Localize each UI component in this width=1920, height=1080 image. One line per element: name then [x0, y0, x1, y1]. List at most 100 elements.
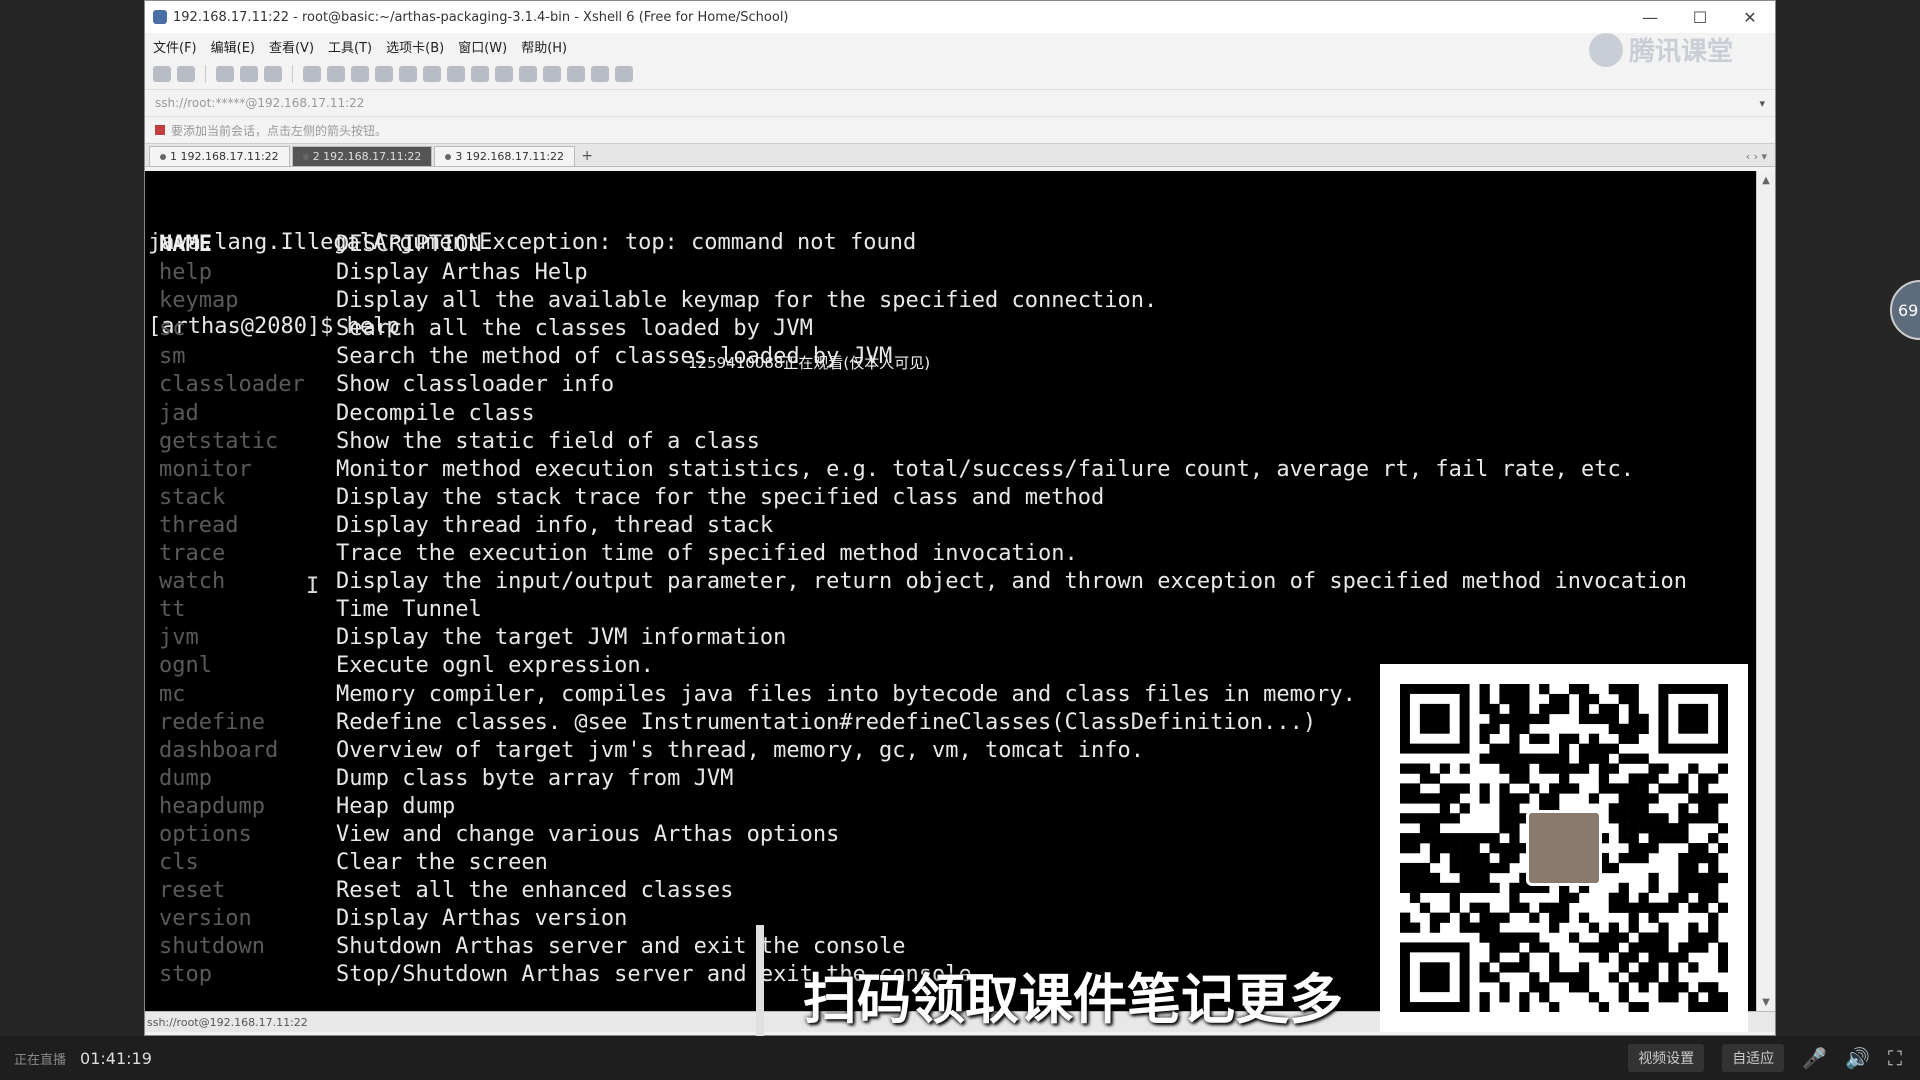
- help-row: jvm Display the target JVM information: [159, 624, 1687, 652]
- help-command: version: [159, 906, 252, 932]
- tab-label: 2 192.168.17.11:22: [312, 150, 422, 163]
- copy-icon[interactable]: [327, 66, 345, 82]
- open-session-icon[interactable]: [177, 66, 195, 82]
- help-command: classloader: [159, 372, 305, 398]
- status-connection: ssh://root@192.168.17.11:22: [147, 1015, 308, 1029]
- help-row: thread Display thread info, thread stack: [159, 512, 1687, 540]
- help-icon[interactable]: [591, 66, 609, 82]
- help-command: stop: [159, 962, 212, 988]
- layout-icon[interactable]: [543, 66, 561, 82]
- help-command: jvm: [159, 625, 199, 651]
- hint-bar: 要添加当前会话，点击左侧的箭头按钮。: [145, 117, 1775, 144]
- xftp-icon[interactable]: [423, 66, 441, 82]
- minimize-button[interactable]: —: [1625, 1, 1675, 33]
- tab-label: 3 192.168.17.11:22: [455, 150, 565, 163]
- reconnect-icon[interactable]: [216, 66, 234, 82]
- menu-window[interactable]: 窗口(W): [458, 37, 507, 56]
- xshell-app-icon: [153, 10, 167, 24]
- lock-icon[interactable]: [471, 66, 489, 82]
- volume-icon[interactable]: 🔊: [1845, 1046, 1870, 1070]
- help-row: help Display Arthas Help: [159, 259, 1687, 287]
- help-command: getstatic: [159, 428, 279, 454]
- toolbar-separator: [205, 65, 206, 83]
- help-command: trace: [159, 541, 226, 567]
- menu-view[interactable]: 查看(V): [269, 37, 314, 56]
- address-text: ssh://root:*****@192.168.17.11:22: [155, 96, 365, 110]
- help-row: getstatic Show the static field of a clas…: [159, 428, 1687, 456]
- help-command: reset: [159, 878, 226, 904]
- title-bar: 192.168.17.11:22 - root@basic:~/arthas-p…: [145, 1, 1775, 33]
- help-command: help: [159, 260, 212, 286]
- toolbar-separator: [292, 65, 293, 83]
- help-command: keymap: [159, 288, 239, 314]
- window-controls: — ☐ ✕: [1625, 1, 1775, 33]
- compose-icon[interactable]: [519, 66, 537, 82]
- help-command: jad: [159, 400, 199, 426]
- menu-bar: 文件(F) 编辑(E) 查看(V) 工具(T) 选项卡(B) 窗口(W) 帮助(…: [145, 33, 1775, 59]
- transfer-icon[interactable]: [399, 66, 417, 82]
- menu-help[interactable]: 帮助(H): [521, 37, 567, 56]
- help-command: thread: [159, 512, 239, 538]
- tab-nav-arrows-icon[interactable]: ‹ › ▾: [1746, 150, 1767, 163]
- disconnect-icon[interactable]: [240, 66, 258, 82]
- fullscreen-icon[interactable]: ⛶: [1888, 1046, 1902, 1070]
- watermark-text: 腾讯课堂: [1628, 37, 1733, 67]
- menu-file[interactable]: 文件(F): [153, 37, 197, 56]
- menu-tools[interactable]: 工具(T): [328, 37, 372, 56]
- video-subtitle: 扫码领取课件笔记更多: [803, 968, 1343, 1031]
- live-status: 正在直播: [14, 1052, 67, 1068]
- help-command: tt: [159, 597, 186, 623]
- help-description: Display all the available keymap for the…: [336, 288, 1158, 314]
- terminal-scrollbar[interactable]: ▲ ▼: [1756, 171, 1775, 1011]
- maximize-button[interactable]: ☐: [1675, 1, 1725, 33]
- help-command: monitor: [159, 456, 252, 482]
- video-player-bar: 正在直播 01:41:19 视频设置 自适应 🎤 🔊 ⛶: [0, 1036, 1920, 1080]
- scroll-up-icon[interactable]: ▲: [1757, 171, 1775, 189]
- script-icon[interactable]: [495, 66, 513, 82]
- properties-icon[interactable]: [264, 66, 282, 82]
- video-settings-button[interactable]: 视频设置: [1628, 1044, 1705, 1072]
- close-button[interactable]: ✕: [1725, 1, 1775, 33]
- tab-status-icon: [445, 153, 452, 160]
- chat-icon[interactable]: [615, 66, 633, 82]
- globe-icon[interactable]: [351, 66, 369, 82]
- help-row: classloader Show classloader info: [159, 371, 1687, 399]
- help-command: stack: [159, 484, 226, 510]
- color-scheme-icon[interactable]: [375, 66, 393, 82]
- help-table-header: NAME DESCRIPTION: [159, 231, 1687, 259]
- help-description: Time Tunnel: [336, 597, 482, 623]
- tencent-classroom-logo-icon: [1588, 32, 1623, 67]
- help-description: Memory compiler, compiles java files int…: [336, 681, 1356, 707]
- chevron-down-icon[interactable]: ▾: [1759, 97, 1765, 110]
- help-description: Search all the classes loaded by JVM: [336, 316, 813, 342]
- help-command: dump: [159, 765, 212, 791]
- header-name: NAME: [159, 232, 212, 257]
- session-tab-1[interactable]: 1 192.168.17.11:22: [149, 146, 290, 166]
- tile-icon[interactable]: [567, 66, 585, 82]
- menu-edit[interactable]: 编辑(E): [211, 37, 255, 56]
- adaptive-quality-button[interactable]: 自适应: [1722, 1044, 1785, 1072]
- menu-tab[interactable]: 选项卡(B): [386, 37, 444, 56]
- help-description: Execute ognl expression.: [336, 653, 654, 679]
- scroll-down-icon[interactable]: ▼: [1757, 993, 1775, 1011]
- help-description: Trace the execution time of specified me…: [336, 541, 1078, 567]
- mic-icon[interactable]: 🎤: [1802, 1046, 1827, 1070]
- new-session-icon[interactable]: [153, 66, 171, 82]
- header-description: DESCRIPTION: [336, 232, 482, 257]
- help-description: Decompile class: [336, 400, 535, 426]
- find-icon[interactable]: [303, 66, 321, 82]
- qr-avatar: [1526, 810, 1602, 886]
- help-command: shutdown: [159, 934, 265, 960]
- help-description: Show the static field of a class: [336, 428, 760, 454]
- text-cursor-icon: I: [306, 574, 320, 599]
- fullscreen-toggle-icon[interactable]: [447, 66, 465, 82]
- viewer-watermark: 1259410088正在观看(仅本人可见): [688, 354, 931, 372]
- tab-status-icon: [302, 153, 309, 160]
- session-tab-2[interactable]: 2 192.168.17.11:22: [291, 146, 433, 166]
- add-tab-button[interactable]: +: [577, 146, 597, 166]
- session-tab-3[interactable]: 3 192.168.17.11:22: [434, 146, 576, 166]
- tencent-classroom-watermark: 腾讯课堂: [1588, 31, 1733, 68]
- toolbar: [145, 59, 1775, 90]
- address-bar[interactable]: ssh://root:*****@192.168.17.11:22 ▾: [145, 90, 1775, 117]
- help-command: sm: [159, 344, 186, 370]
